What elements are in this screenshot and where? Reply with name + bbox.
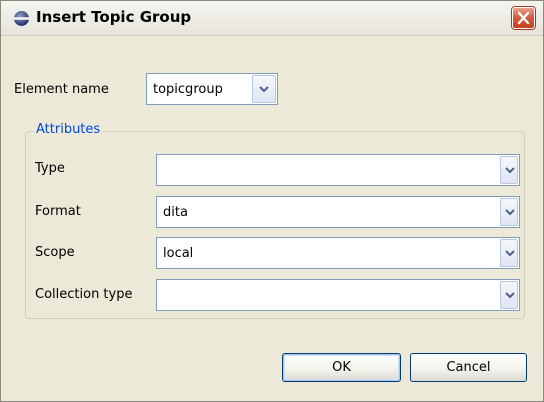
title-bar[interactable]: Insert Topic Group — [1, 1, 543, 36]
element-name-label: Element name — [14, 82, 109, 97]
chevron-down-icon — [505, 250, 515, 257]
ok-button[interactable]: OK — [282, 353, 401, 382]
chevron-down-icon — [505, 209, 515, 216]
format-dropdown-button[interactable] — [500, 198, 518, 226]
element-name-combo[interactable]: topicgroup — [146, 73, 278, 105]
dialog-window: Insert Topic Group Element name topicgro… — [0, 0, 544, 402]
window-title: Insert Topic Group — [36, 8, 192, 26]
collection-type-combo[interactable] — [156, 279, 520, 311]
close-button[interactable] — [512, 7, 535, 29]
scope-label: Scope — [35, 245, 75, 260]
attributes-legend: Attributes — [33, 122, 104, 137]
scope-combo[interactable]: local — [156, 237, 520, 269]
chevron-down-icon — [505, 292, 515, 299]
collection-type-dropdown-button[interactable] — [500, 281, 518, 309]
scope-dropdown-button[interactable] — [500, 239, 518, 267]
close-icon — [517, 11, 530, 25]
chevron-down-icon — [259, 86, 269, 93]
format-combo[interactable]: dita — [156, 196, 520, 228]
type-combo[interactable] — [156, 154, 520, 186]
type-label: Type — [35, 161, 65, 176]
format-value: dita — [163, 204, 188, 220]
globe-icon — [13, 10, 30, 27]
cancel-button[interactable]: Cancel — [410, 353, 527, 382]
scope-value: local — [163, 245, 194, 261]
type-dropdown-button[interactable] — [500, 156, 518, 184]
collection-type-label: Collection type — [35, 287, 133, 302]
element-name-dropdown-button[interactable] — [252, 75, 276, 103]
element-name-value: topicgroup — [153, 81, 223, 97]
format-label: Format — [35, 204, 81, 219]
chevron-down-icon — [505, 167, 515, 174]
